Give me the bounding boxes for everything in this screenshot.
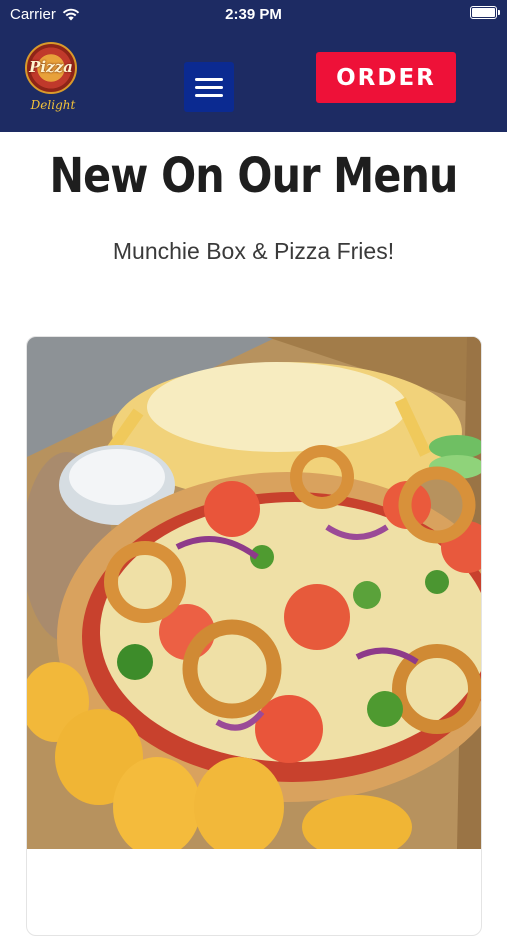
logo-subtext: Delight [30,98,76,112]
brand-logo[interactable]: Pizza Delight [22,42,84,114]
battery-icon [470,6,500,19]
status-time: 2:39 PM [225,6,282,23]
app-header: Carrier 2:39 PM Pizza Delight ORDER [0,0,507,132]
menu-bar-icon [195,93,223,97]
order-button[interactable]: ORDER [316,52,456,103]
page-title: New On Our Menu [49,148,458,204]
status-bar: Carrier 2:39 PM [0,0,507,28]
logo-text: Pizza [29,58,73,76]
pizza-photo [27,337,481,849]
menu-item-card[interactable] [26,336,482,936]
menu-bar-icon [195,85,223,89]
page-subtitle: Munchie Box & Pizza Fries! [112,238,395,264]
hamburger-menu-button[interactable] [184,62,234,112]
menu-bar-icon [195,77,223,81]
pizza-logo-icon: Pizza [25,42,77,94]
